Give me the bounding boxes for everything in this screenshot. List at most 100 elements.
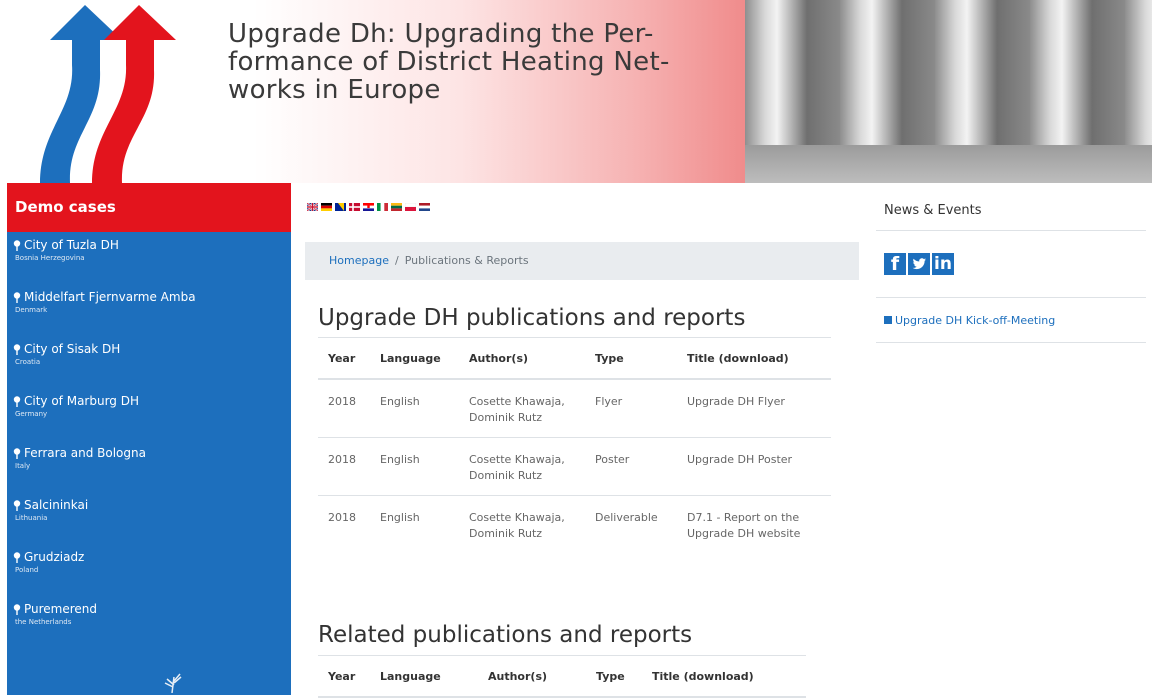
author-line: Dominik Rutz — [469, 526, 543, 540]
column-header-language: Language — [370, 337, 459, 380]
demo-case-name: City of Tuzla DH — [24, 238, 119, 252]
linkedin-icon[interactable]: in — [932, 253, 954, 275]
column-header-title: Title (download) — [677, 337, 831, 380]
language-flags — [307, 203, 430, 211]
map-pin-icon — [13, 343, 21, 355]
demo-case-country: Germany — [15, 410, 48, 418]
demo-case-middelfart[interactable]: Middelfart Fjernvarme Amba Denmark — [7, 284, 291, 336]
news-item-label[interactable]: Upgrade DH Kick-off-Meeting — [895, 314, 1055, 327]
demo-case-salcininkai[interactable]: Salcininkai Lithuania — [7, 492, 291, 544]
author-line: Dominik Rutz — [469, 411, 543, 424]
cell-type: Poster — [585, 436, 677, 495]
download-title-link[interactable]: Upgrade DH Flyer — [687, 395, 785, 408]
map-pin-icon — [13, 551, 21, 563]
cell-title[interactable]: Upgrade DH Poster — [677, 436, 831, 495]
demo-case-sisak[interactable]: City of Sisak DH Croatia — [7, 336, 291, 388]
demo-case-country: Lithuania — [15, 514, 48, 522]
demo-case-tuzla[interactable]: City of Tuzla DH Bosnia Herzegovina — [7, 232, 291, 284]
demo-case-country: Bosnia Herzegovina — [15, 254, 85, 262]
demo-cases-list: City of Tuzla DH Bosnia Herzegovina Midd… — [7, 232, 291, 648]
news-events-heading: News & Events — [876, 190, 1146, 231]
table-row: 2018 English Cosette Khawaja, Dominik Rut… — [318, 494, 831, 553]
germany-flag-icon[interactable] — [321, 203, 332, 211]
sidebar-heading: Demo cases — [7, 183, 291, 232]
demo-case-ferrara-bologna[interactable]: Ferrara and Bologna Italy — [7, 440, 291, 492]
publications-heading: Upgrade DH publications and reports — [318, 305, 746, 331]
map-pin-icon — [13, 603, 21, 615]
author-line: Dominik Rutz — [469, 468, 543, 482]
italy-flag-icon[interactable] — [377, 203, 388, 211]
map-pin-icon — [13, 239, 21, 251]
demo-case-marburg[interactable]: City of Marburg DH Germany — [7, 388, 291, 440]
social-links: f in — [876, 231, 1146, 298]
column-header-year: Year — [318, 337, 370, 380]
calendar-icon — [884, 316, 892, 324]
download-title-link[interactable]: Upgrade DH website — [687, 527, 800, 540]
croatia-flag-icon[interactable] — [363, 203, 374, 211]
download-title-link[interactable]: Upgrade DH Poster — [687, 453, 792, 466]
related-publications-table: Year Language Author(s) Type Title (down… — [318, 655, 806, 698]
cell-authors: Cosette Khawaja, Dominik Rutz — [459, 378, 585, 437]
site-header: Upgrade Dh: Upgrading the Per- formance … — [0, 0, 1152, 183]
column-header-type: Type — [585, 337, 677, 380]
news-events-panel: News & Events f in Upgrade DH Kick-off-M… — [876, 190, 1146, 343]
header-photo-pipes — [745, 0, 1152, 183]
map-pin-icon — [13, 291, 21, 303]
demo-case-name: Middelfart Fjernvarme Amba — [24, 290, 196, 304]
map-pin-icon — [13, 395, 21, 407]
facebook-icon[interactable]: f — [884, 253, 906, 275]
cell-year: 2018 — [318, 494, 370, 553]
breadcrumb-home-link[interactable]: Homepage — [329, 254, 389, 267]
map-pin-icon — [13, 447, 21, 459]
cell-language: English — [370, 436, 459, 495]
cell-type: Flyer — [585, 378, 677, 437]
demo-case-name: City of Sisak DH — [24, 342, 121, 356]
related-publications-heading: Related publications and reports — [318, 622, 693, 648]
column-header-type: Type — [586, 655, 642, 698]
netherlands-flag-icon[interactable] — [419, 203, 430, 211]
eu-flag-stars-decoration — [164, 673, 182, 693]
demo-case-puremerend[interactable]: Puremerend the Netherlands — [7, 596, 291, 648]
cell-year: 2018 — [318, 378, 370, 437]
news-item[interactable]: Upgrade DH Kick-off-Meeting — [876, 298, 1146, 343]
demo-case-grudziadz[interactable]: Grudziadz Poland — [7, 544, 291, 596]
author-line: Cosette Khawaja, — [469, 452, 565, 466]
publications-table: Year Language Author(s) Type Title (down… — [318, 337, 831, 553]
poland-flag-icon[interactable] — [405, 203, 416, 211]
demo-case-name: Puremerend — [24, 602, 98, 616]
bosnia-flag-icon[interactable] — [335, 203, 346, 211]
column-header-authors: Author(s) — [459, 337, 585, 380]
twitter-icon[interactable] — [908, 253, 930, 275]
demo-case-country: Italy — [15, 462, 31, 470]
demo-case-country: Croatia — [15, 358, 41, 366]
page-title: Upgrade Dh: Upgrading the Per- formance … — [228, 19, 670, 105]
upgrade-dh-logo[interactable] — [0, 0, 200, 183]
cell-type: Deliverable — [585, 494, 677, 553]
cell-language: English — [370, 494, 459, 553]
cell-title[interactable]: Upgrade DH Flyer — [677, 378, 831, 437]
cell-year: 2018 — [318, 436, 370, 495]
cell-authors: Cosette Khawaja, Dominik Rutz — [459, 494, 585, 553]
demo-case-name: Ferrara and Bologna — [24, 446, 146, 460]
breadcrumb-separator: / — [394, 254, 399, 267]
breadcrumb: Homepage / Publications & Reports — [305, 242, 859, 280]
demo-case-name: Salcininkai — [24, 498, 89, 512]
breadcrumb-current: Publications & Reports — [404, 254, 529, 267]
author-line: Cosette Khawaja, — [469, 510, 565, 524]
map-pin-icon — [13, 499, 21, 511]
demo-case-name: City of Marburg DH — [24, 394, 139, 408]
uk-flag-icon[interactable] — [307, 203, 318, 211]
denmark-flag-icon[interactable] — [349, 203, 360, 211]
cell-language: English — [370, 378, 459, 437]
demo-case-country: Denmark — [15, 306, 48, 314]
download-title-link[interactable]: D7.1 - Report on the — [687, 511, 799, 524]
column-header-year: Year — [318, 655, 370, 698]
table-header-row: Year Language Author(s) Type Title (down… — [318, 337, 831, 380]
demo-case-country: Poland — [15, 566, 39, 574]
cell-title[interactable]: D7.1 - Report on the Upgrade DH website — [677, 494, 831, 553]
lithuania-flag-icon[interactable] — [391, 203, 402, 211]
twitter-bird-glyph — [912, 258, 926, 270]
column-header-title: Title (download) — [642, 655, 806, 698]
demo-case-country: the Netherlands — [15, 618, 72, 626]
author-line: Cosette Khawaja, — [469, 395, 565, 408]
